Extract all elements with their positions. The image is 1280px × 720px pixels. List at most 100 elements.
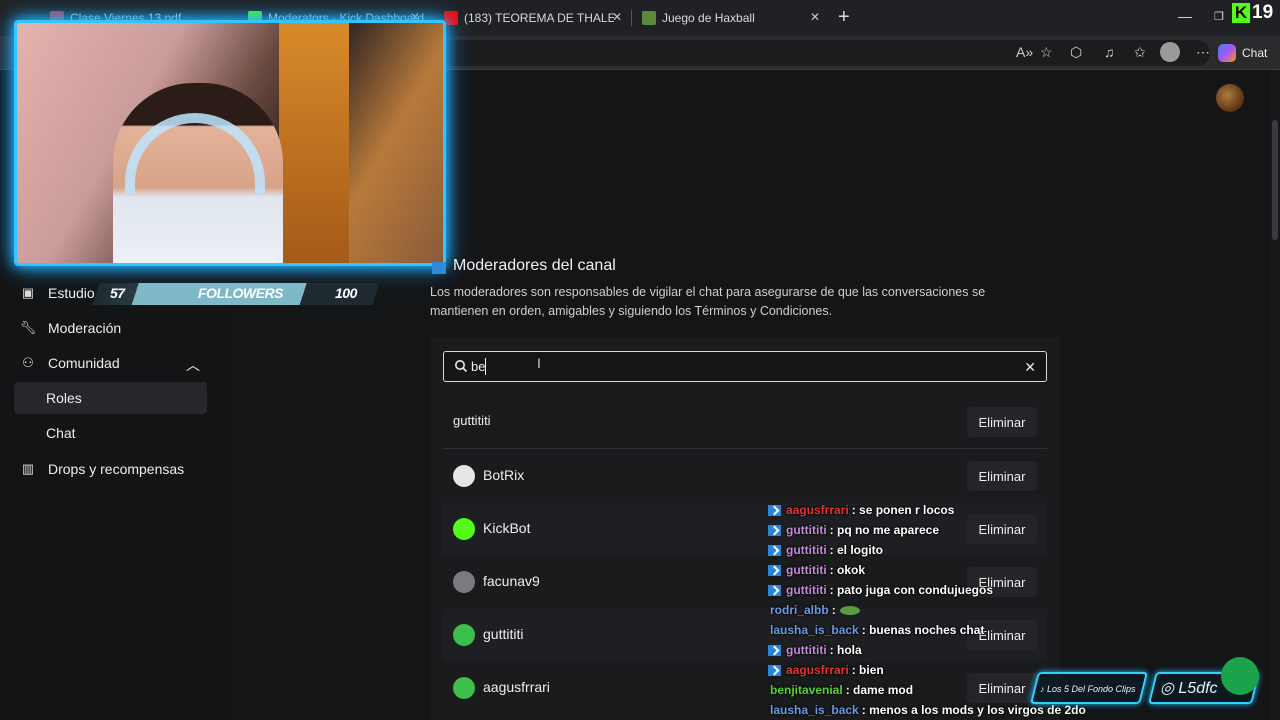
tab-label: Juego de Haxball [662, 11, 755, 25]
instagram-icon: ◎ [1160, 680, 1179, 697]
kick-logo: K [1232, 3, 1250, 23]
sidebar-item-label: Drops y recompensas [48, 461, 185, 477]
chat-text: : dame mod [845, 683, 914, 697]
kickbot-avatar [453, 518, 475, 540]
moderator-row: BotRix Eliminar [443, 450, 1047, 502]
remove-moderator-button[interactable]: Eliminar [967, 514, 1037, 544]
botrix-avatar [453, 465, 475, 487]
page-title: Moderadores del canal [453, 257, 616, 274]
close-icon[interactable]: ✕ [810, 10, 820, 24]
chat-username[interactable]: guttititi [786, 523, 827, 537]
chat-username[interactable]: guttititi [786, 543, 827, 557]
sidebar-item-chat[interactable]: Chat [14, 417, 207, 449]
chat-username[interactable]: lausha_is_back [770, 703, 859, 717]
chat-text: : pato juga con condujuegos [829, 583, 993, 597]
sidebar-item-label: Roles [46, 390, 82, 406]
tab-haxball[interactable]: Juego de Haxball ✕ [632, 4, 828, 32]
tab-youtube[interactable]: (183) TEOREMA DE THALES - Pte 4 ✕ [434, 4, 630, 32]
remove-moderator-button[interactable]: Eliminar [967, 461, 1037, 491]
sidebar-item-drops[interactable]: ▥ Drops y recompensas [14, 453, 207, 485]
text-caret [485, 358, 486, 375]
tiktok-icon: ♪ [1040, 684, 1048, 694]
chevron-up-icon[interactable]: ︿ [186, 355, 200, 375]
moderator-badge-icon [768, 524, 781, 536]
followers-goal: 100 [335, 285, 357, 301]
close-icon[interactable]: ✕ [612, 10, 622, 24]
new-tab-button[interactable]: + [838, 6, 850, 29]
moderator-name: guttititi [453, 413, 491, 428]
haxball-icon [642, 11, 656, 25]
followers-label: FOLLOWERS [198, 285, 283, 301]
minimize-icon[interactable]: — [1178, 8, 1192, 24]
search-icon [455, 360, 468, 373]
chat-message: aagusfrrari: se ponen r locos [766, 500, 954, 520]
moderator-search[interactable]: be ✕ [443, 351, 1047, 382]
chat-text: : se ponen r locos [851, 503, 955, 517]
chat-username[interactable]: rodri_albb [770, 603, 829, 617]
moderator-name: KickBot [483, 520, 531, 536]
remove-moderator-button[interactable]: Eliminar [967, 673, 1037, 703]
address-bar[interactable] [440, 40, 1210, 66]
guttititi-avatar [453, 624, 475, 646]
chat-message: aagusfrrari: bien [766, 660, 884, 680]
more-icon[interactable]: ⋯ [1196, 44, 1210, 61]
webcam-overlay [14, 20, 446, 266]
section-description: Los moderadores son responsables de vigi… [430, 285, 986, 318]
chat-username[interactable]: guttititi [786, 643, 827, 657]
search-input[interactable]: be [471, 359, 485, 374]
instagram-handle: ◎ L5dfc [1160, 678, 1218, 698]
moderator-badge-icon [768, 664, 781, 676]
chat-text: : el logito [829, 543, 883, 557]
chat-username[interactable]: aagusfrrari [786, 663, 849, 677]
chat-text: : menos a los mods y los virgos de 2do [861, 703, 1086, 717]
drops-icon: ▥ [21, 461, 35, 476]
chat-username[interactable]: aagusfrrari [786, 503, 849, 517]
copilot-chat-button[interactable]: Chat [1218, 41, 1267, 65]
moderator-badge-icon [768, 564, 781, 576]
user-avatar[interactable] [1216, 84, 1244, 112]
extensions-icon[interactable]: ⬡ [1070, 44, 1082, 61]
moderators-section-icon [432, 262, 446, 274]
copilot-icon [1218, 44, 1236, 62]
instagram-label: L5dfc [1178, 680, 1218, 697]
webcam-door [279, 23, 349, 263]
youtube-icon [444, 11, 458, 25]
chat-username[interactable]: benjitavenial [770, 683, 843, 697]
chat-username[interactable]: guttititi [786, 563, 827, 577]
favorites-icon[interactable]: ✩ [1134, 44, 1146, 61]
remove-moderator-button[interactable]: Eliminar [967, 407, 1037, 437]
emote-icon [839, 605, 860, 615]
help-button[interactable] [1221, 657, 1259, 695]
chat-text: : [831, 603, 836, 617]
read-aloud-icon[interactable]: A» [1016, 44, 1033, 60]
sidebar-item-comunidad[interactable]: ⚇ Comunidad [14, 347, 207, 379]
chat-message: lausha_is_back: buenas noches chat [766, 620, 984, 640]
favorite-star-icon[interactable]: ☆ [1040, 44, 1053, 61]
overlay-counter: 19 [1252, 2, 1274, 23]
sidebar-item-moderacion[interactable]: 🔧︎ Moderación [14, 312, 207, 344]
chat-text: : hola [829, 643, 862, 657]
moderator-badge-icon [768, 584, 781, 596]
facunav9-avatar [453, 571, 475, 593]
sidebar-item-label: Moderación [48, 320, 122, 336]
sidebar-item-label: Comunidad [48, 355, 120, 371]
restore-icon[interactable]: ❐ [1214, 10, 1224, 23]
scrollbar-thumb[interactable] [1272, 120, 1278, 240]
followers-current: 57 [110, 285, 125, 301]
tiktok-handle: ♪ Los 5 Del Fondo Clips [1040, 684, 1136, 694]
moderator-badge-icon [768, 504, 781, 516]
sidebar-item-roles[interactable]: Roles [14, 382, 207, 414]
moderator-name: aagusfrrari [483, 679, 550, 695]
chat-username[interactable]: guttititi [786, 583, 827, 597]
mouse-cursor-icon: I [537, 355, 541, 371]
chat-username[interactable]: lausha_is_back [770, 623, 859, 637]
moderator-name: BotRix [483, 467, 525, 483]
chat-text: : buenas noches chat [861, 623, 985, 637]
media-icon[interactable]: ♫ [1104, 44, 1115, 60]
moderator-row: KickBot Eliminar [443, 503, 1047, 555]
moderator-badge-icon [768, 544, 781, 556]
profile-avatar[interactable] [1160, 42, 1180, 62]
moderator-badge-icon [768, 644, 781, 656]
chat-text: : pq no me aparece [829, 523, 940, 537]
clear-search-icon[interactable]: ✕ [1024, 359, 1036, 376]
